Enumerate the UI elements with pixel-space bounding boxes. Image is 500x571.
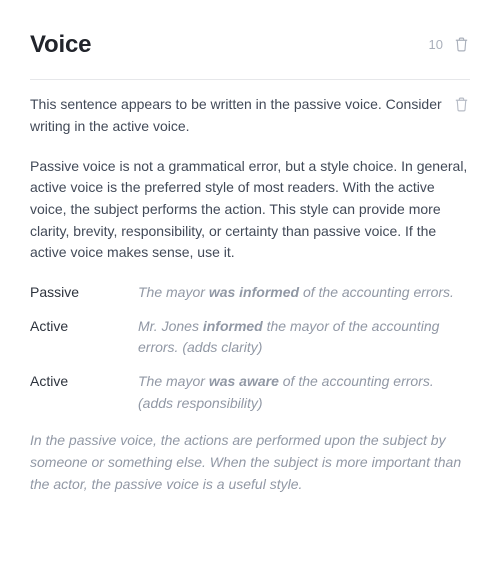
card-header: Voice 10 [30,26,470,80]
example-text: Mr. Jones informed the mayor of the acco… [138,316,470,359]
example-row: Active The mayor was aware of the accoun… [30,371,470,414]
header-actions: 10 [429,35,470,55]
example-label: Passive [30,282,120,304]
example-text: The mayor was informed of the accounting… [138,282,470,304]
example-text: The mayor was aware of the accounting er… [138,371,470,414]
intro-text: This sentence appears to be written in t… [30,94,445,137]
example-label: Active [30,371,120,414]
trash-icon[interactable] [453,96,470,113]
issue-count: 10 [429,35,443,55]
voice-card: Voice 10 This sentence appears to be wri… [0,0,500,571]
card-title: Voice [30,26,91,63]
explanation-text: Passive voice is not a grammatical error… [30,156,470,264]
example-list: Passive The mayor was informed of the ac… [30,282,470,414]
footnote-text: In the passive voice, the actions are pe… [30,430,470,495]
example-row: Active Mr. Jones informed the mayor of t… [30,316,470,359]
trash-icon[interactable] [453,36,470,53]
example-label: Active [30,316,120,359]
example-row: Passive The mayor was informed of the ac… [30,282,470,304]
intro-row: This sentence appears to be written in t… [30,94,470,137]
